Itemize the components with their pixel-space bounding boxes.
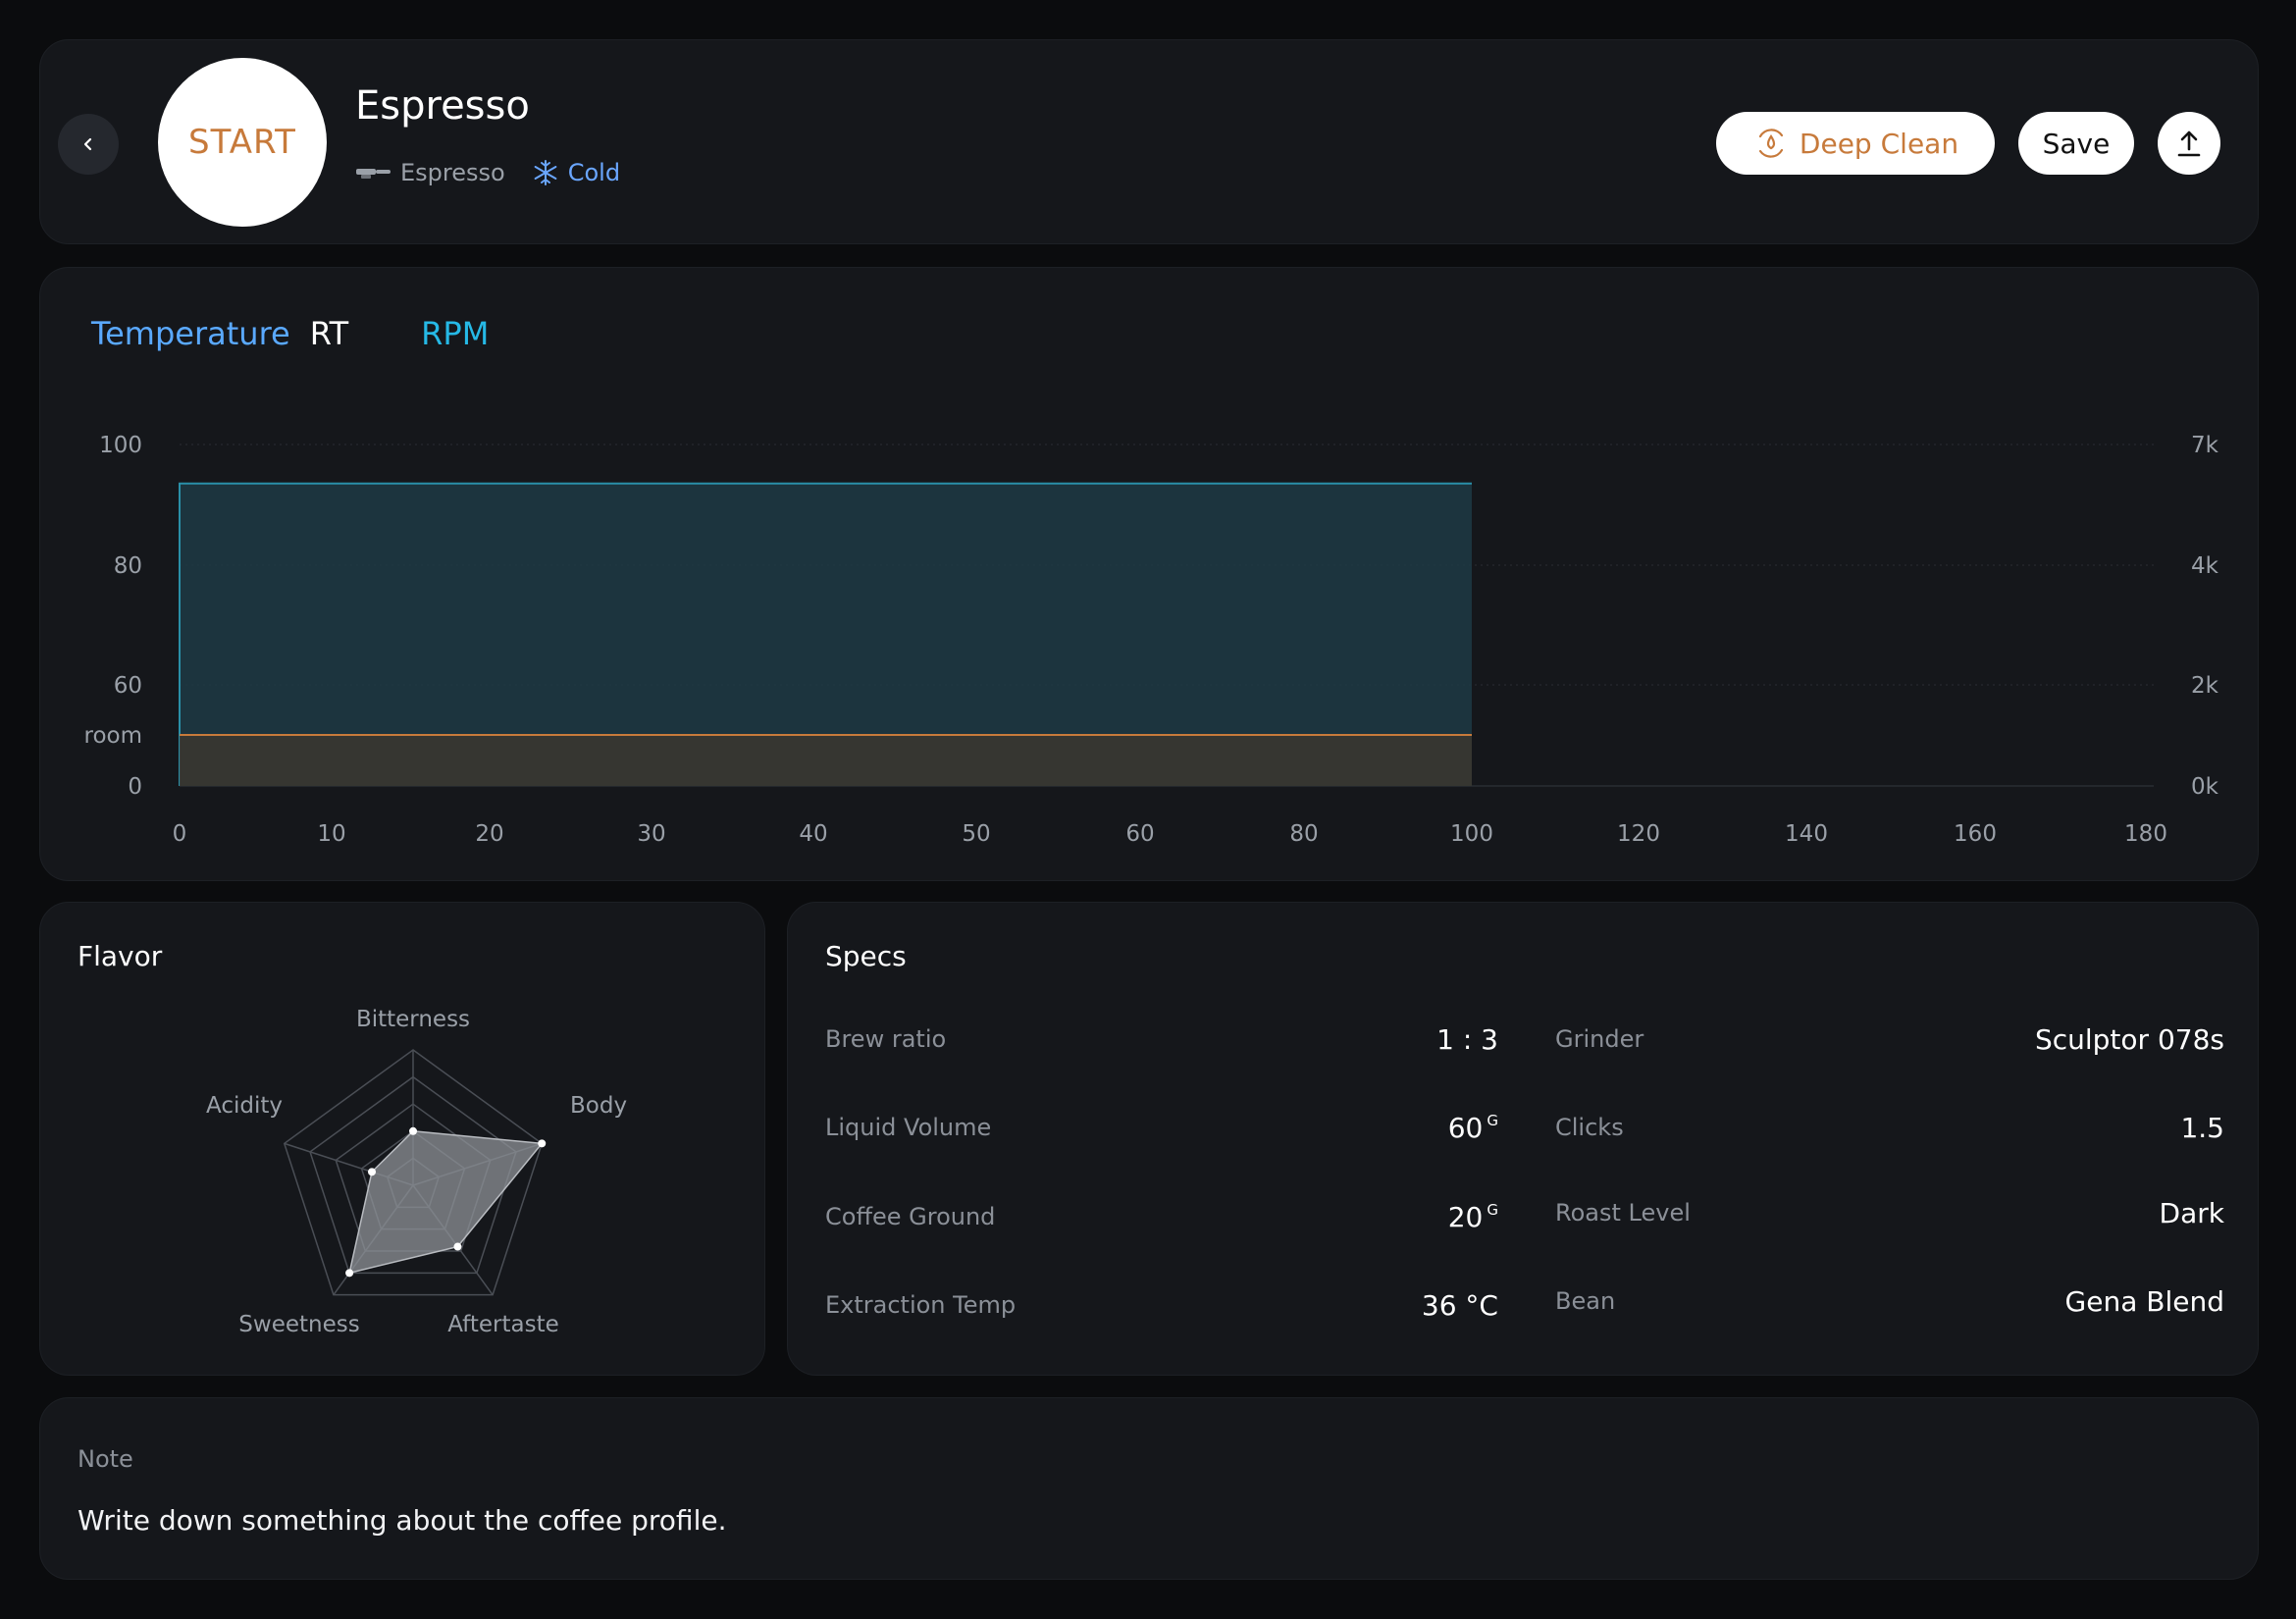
spec-unit: G: [1487, 1200, 1498, 1219]
profile-chart[interactable]: 100 80 60 room 0 7k 4k 2k 0k 0 10 20 30 40 50 60 80 100 12…: [40, 268, 2260, 882]
spec-row: Brew ratio 1 : 3: [825, 1019, 1498, 1059]
x-tick-label: 120: [1617, 821, 1660, 847]
spec-label: Liquid Volume: [825, 1114, 992, 1141]
flavor-value-point: [345, 1269, 354, 1278]
profile-tags: Espresso Cold: [355, 158, 646, 187]
flavor-axis-label: Acidity: [206, 1093, 283, 1119]
specs-title: Specs: [825, 940, 907, 972]
spec-value[interactable]: 20 G: [1448, 1201, 1498, 1233]
x-tick-label: 40: [799, 821, 827, 847]
x-tick-label: 80: [1289, 821, 1318, 847]
note-card[interactable]: Note Write down something about the coff…: [39, 1397, 2259, 1580]
note-text[interactable]: Write down something about the coffee pr…: [78, 1504, 726, 1537]
snowflake-icon: [534, 160, 557, 185]
spec-label: Bean: [1555, 1287, 1616, 1315]
spec-unit: G: [1487, 1111, 1498, 1129]
y-left-tick-label: 60: [114, 673, 142, 699]
back-button[interactable]: [58, 114, 119, 175]
spec-value[interactable]: 60 G: [1448, 1112, 1498, 1144]
y-left-tick-label: 0: [128, 774, 142, 800]
flavor-axis-label: Bitterness: [356, 1007, 470, 1032]
spec-value-text: 20: [1447, 1200, 1484, 1233]
spec-value-text: 36 °C: [1421, 1288, 1498, 1322]
flavor-radar-chart[interactable]: Bitterness Body Aftertaste Sweetness Acidity: [40, 903, 766, 1377]
x-tick-label: 60: [1125, 821, 1154, 847]
upload-icon: [2177, 131, 2201, 157]
y-right-tick-label: 0k: [2191, 774, 2219, 800]
spec-label: Brew ratio: [825, 1025, 947, 1053]
x-tick-label: 100: [1450, 821, 1493, 847]
y-right-tick-label: 2k: [2191, 673, 2219, 699]
spec-row: Roast Level Dark: [1555, 1193, 2224, 1232]
spec-value-text: 60: [1447, 1111, 1484, 1144]
profile-header: START Espresso Espresso Cold Deep Clean …: [39, 39, 2259, 244]
y-right-tick-label: 7k: [2191, 433, 2219, 458]
spec-value-text: 1 : 3: [1436, 1022, 1498, 1056]
spec-label: Extraction Temp: [825, 1291, 1017, 1319]
x-tick-label: 20: [475, 821, 503, 847]
spec-row: Extraction Temp 36 °C: [825, 1285, 1498, 1325]
spec-label: Grinder: [1555, 1025, 1644, 1053]
y-left-tick-label: room: [84, 723, 143, 749]
deep-clean-button[interactable]: Deep Clean: [1716, 112, 1995, 175]
flavor-value-point: [368, 1168, 377, 1176]
spec-value[interactable]: Sculptor 078s: [2035, 1023, 2224, 1056]
x-tick-label: 10: [317, 821, 345, 847]
x-tick-label: 30: [637, 821, 665, 847]
y-left-tick-label: 100: [99, 433, 142, 458]
flavor-value-point: [453, 1242, 462, 1251]
spec-row: Liquid Volume 60 G: [825, 1108, 1498, 1147]
upload-button[interactable]: [2158, 112, 2220, 175]
brew-type-tag: Espresso: [355, 159, 505, 186]
brew-type-label: Espresso: [400, 159, 505, 186]
spec-value[interactable]: 36 °C: [1422, 1289, 1498, 1322]
spec-label: Clicks: [1555, 1114, 1624, 1141]
specs-card: Specs Brew ratio 1 : 3 Liquid Volume 60 G Cof…: [787, 902, 2259, 1376]
temperature-mode-tag: Cold: [531, 158, 620, 187]
start-button[interactable]: START: [158, 58, 327, 227]
x-tick-label: 160: [1954, 821, 1997, 847]
spec-row: Clicks 1.5: [1555, 1108, 2224, 1147]
spec-row: Coffee Ground 20 G: [825, 1197, 1498, 1236]
flavor-value-point: [538, 1139, 547, 1148]
spec-value[interactable]: Gena Blend: [2065, 1285, 2224, 1318]
profile-title: Espresso: [355, 83, 530, 129]
x-tick-label: 0: [173, 821, 187, 847]
deep-clean-label: Deep Clean: [1799, 127, 1959, 160]
x-tick-label: 140: [1785, 821, 1828, 847]
x-tick-label: 180: [2124, 821, 2167, 847]
spec-value[interactable]: 1 : 3: [1436, 1023, 1498, 1056]
spec-value[interactable]: 1.5: [2180, 1112, 2224, 1144]
chevron-left-icon: [83, 137, 92, 151]
y-left-tick-label: 80: [114, 553, 142, 579]
note-label: Note: [78, 1445, 133, 1473]
spec-value[interactable]: Dark: [2160, 1197, 2224, 1229]
flavor-axis-label: Sweetness: [238, 1312, 359, 1337]
profile-chart-card: Temperature RT RPM 100 80 60 room 0 7k 4k 2k 0k 0…: [39, 267, 2259, 881]
temperature-area: [180, 735, 1472, 786]
spec-row: Bean Gena Blend: [1555, 1281, 2224, 1321]
temperature-mode-label: Cold: [567, 159, 621, 186]
flavor-axis-label: Aftertaste: [447, 1312, 559, 1337]
flavor-value-point: [409, 1126, 417, 1135]
save-button[interactable]: Save: [2018, 112, 2134, 175]
spec-label: Roast Level: [1555, 1199, 1691, 1227]
portafilter-icon: [356, 169, 391, 179]
x-tick-label: 50: [962, 821, 990, 847]
y-right-tick-label: 4k: [2191, 553, 2219, 579]
deep-clean-icon: [1758, 129, 1784, 158]
flavor-card: Flavor Bitterness Body Aftertaste Sweetness…: [39, 902, 765, 1376]
flavor-axis-label: Body: [570, 1093, 627, 1119]
spec-label: Coffee Ground: [825, 1203, 996, 1230]
spec-row: Grinder Sculptor 078s: [1555, 1019, 2224, 1059]
